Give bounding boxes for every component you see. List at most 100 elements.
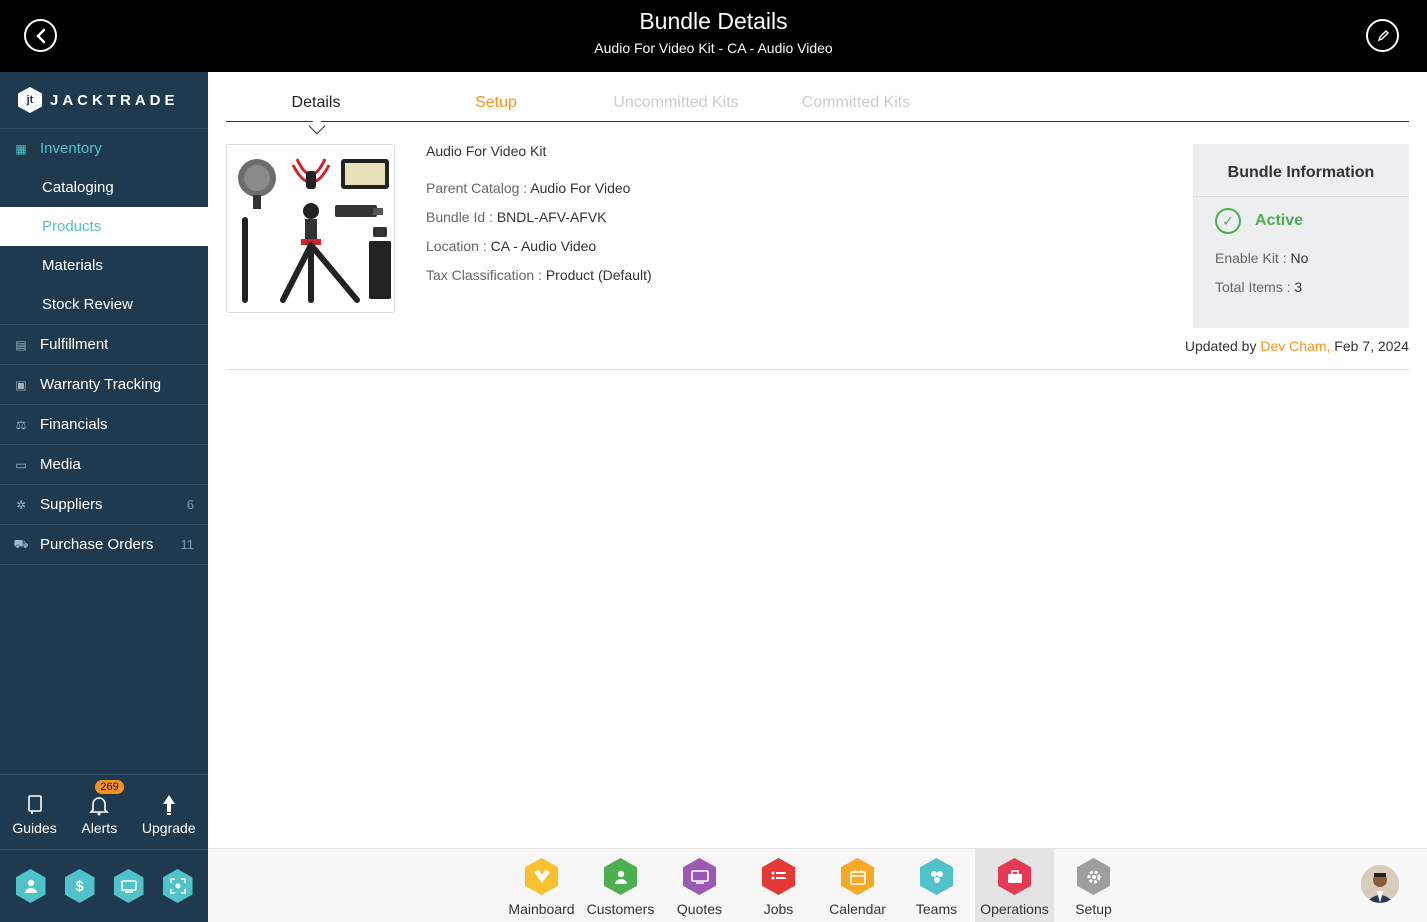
check-circle-icon: ✓ [1215, 208, 1241, 234]
content-divider [226, 369, 1409, 370]
sidebar-subitem-stock-review[interactable]: Stock Review [0, 285, 208, 324]
brand-logo[interactable]: jt JACKTRADE [0, 72, 208, 129]
tax-classification-label: Tax Classification : [426, 267, 546, 283]
operations-icon [998, 858, 1031, 895]
user-app-icon[interactable] [15, 869, 46, 903]
location-value: CA - Audio Video [490, 238, 597, 254]
app-label: Operations [980, 901, 1049, 917]
customers-icon [604, 858, 637, 895]
sidebar-item-media[interactable]: ▭ Media [0, 445, 208, 485]
tab-setup[interactable]: Setup [406, 94, 586, 112]
app-label: Calendar [829, 901, 886, 917]
app-label: Jobs [763, 901, 794, 917]
bundle-id-value: BNDL-AFV-AFVK [496, 209, 607, 225]
tax-classification-row: Tax Classification : Product (Default) [426, 267, 652, 284]
updated-prefix: Updated by [1184, 338, 1261, 354]
sidebar-item-label: Financials [40, 416, 108, 433]
tax-classification-value: Product (Default) [545, 267, 652, 283]
app-label: Customers [586, 901, 655, 917]
sidebar-item-inventory[interactable]: ▦ Inventory [0, 129, 208, 168]
sidebar-subitem-cataloging[interactable]: Cataloging [0, 168, 208, 207]
parent-catalog-label: Parent Catalog : [426, 180, 531, 196]
total-items-label: Total Items : [1215, 279, 1295, 295]
app-bar: Mainboard Customers Quotes Jobs Calendar… [208, 848, 1427, 922]
bell-icon [88, 794, 110, 820]
product-details: Audio For Video Kit Parent Catalog : Aud… [426, 143, 652, 296]
alerts-button[interactable]: 269 Alerts [81, 780, 124, 836]
top-bar: Bundle Details Audio For Video Kit - CA … [0, 0, 1427, 72]
sidebar-item-suppliers[interactable]: ✲ Suppliers 6 [0, 485, 208, 525]
tab-uncommitted-kits[interactable]: Uncommitted Kits [586, 94, 766, 112]
location-label: Location : [426, 238, 491, 254]
app-label: Quotes [676, 901, 723, 917]
sidebar-item-label: Warranty Tracking [40, 376, 162, 393]
gear-icon [1077, 858, 1110, 895]
app-jobs[interactable]: Jobs [739, 849, 818, 922]
book-icon [27, 794, 43, 820]
app-setup[interactable]: Setup [1054, 849, 1133, 922]
purchase-orders-icon: ⛟ [13, 536, 29, 551]
app-quotes[interactable]: Quotes [660, 849, 739, 922]
app-teams[interactable]: Teams [897, 849, 976, 922]
sidebar-app-shortcuts: $ [0, 849, 208, 922]
detail-tabs: Details Setup Uncommitted Kits Committed… [226, 90, 1409, 135]
mainboard-icon [525, 858, 558, 895]
parent-catalog-row: Parent Catalog : Audio For Video [426, 180, 652, 197]
sidebar-subitem-products[interactable]: Products [0, 207, 208, 246]
suppliers-icon: ✲ [15, 497, 27, 512]
warranty-icon: ▣ [15, 377, 27, 392]
media-app-icon[interactable] [113, 869, 144, 903]
sidebar-subitem-materials[interactable]: Materials [0, 246, 208, 285]
upgrade-button[interactable]: Upgrade [142, 794, 196, 836]
sidebar-item-purchase-orders[interactable]: ⛟ Purchase Orders 11 [0, 525, 208, 565]
tab-details[interactable]: Details [226, 94, 406, 112]
sidebar-item-label: Fulfillment [40, 336, 109, 353]
upgrade-label: Upgrade [141, 820, 196, 836]
teams-icon [920, 858, 953, 895]
app-mainboard[interactable]: Mainboard [502, 849, 581, 922]
total-items-value: 3 [1294, 279, 1303, 295]
financials-icon: ⚖ [15, 417, 27, 432]
sidebar-item-label: Inventory [40, 140, 102, 157]
product-image [226, 144, 395, 313]
tab-committed-kits[interactable]: Committed Kits [766, 94, 946, 112]
pencil-icon [1377, 29, 1389, 41]
enable-kit-value: No [1290, 250, 1309, 266]
parent-catalog-value: Audio For Video [530, 180, 631, 196]
updated-by-user-link[interactable]: Dev Cham, [1260, 338, 1330, 354]
media-icon: ▭ [15, 457, 27, 472]
app-label: Teams [915, 901, 958, 917]
upgrade-arrow-icon [162, 794, 176, 820]
active-tab-indicator [308, 117, 326, 135]
enable-kit-label: Enable Kit : [1215, 250, 1291, 266]
dollar-app-icon[interactable]: $ [64, 869, 95, 903]
bundle-id-row: Bundle Id : BNDL-AFV-AFVK [426, 209, 652, 226]
inventory-icon: ▦ [15, 141, 27, 156]
sidebar-item-label: Suppliers [40, 496, 103, 513]
bundle-id-label: Bundle Id : [426, 209, 497, 225]
scan-app-icon[interactable] [162, 869, 193, 903]
inventory-group: ▦ Inventory Cataloging Products Material… [0, 129, 208, 325]
app-label: Setup [1075, 901, 1112, 917]
sidebar-item-fulfillment[interactable]: ▤ Fulfillment [0, 325, 208, 365]
guides-button[interactable]: Guides [12, 794, 57, 836]
app-calendar[interactable]: Calendar [818, 849, 897, 922]
page-subtitle: Audio For Video Kit - CA - Audio Video [594, 40, 833, 56]
total-items-row: Total Items : 3 [1215, 279, 1409, 297]
page-title: Bundle Details [639, 8, 788, 34]
app-customers[interactable]: Customers [581, 849, 660, 922]
alerts-label: Alerts [81, 820, 118, 836]
app-operations[interactable]: Operations [975, 849, 1054, 922]
sidebar-item-warranty-tracking[interactable]: ▣ Warranty Tracking [0, 365, 208, 405]
alerts-badge: 269 [95, 780, 124, 794]
sidebar-utility-bar: Guides 269 Alerts Upgrade [0, 774, 208, 849]
guides-label: Guides [12, 820, 57, 836]
enable-kit-row: Enable Kit : No [1215, 250, 1409, 268]
edit-button[interactable] [1366, 19, 1399, 52]
status-badge: ✓ Active [1215, 208, 1409, 234]
sidebar-item-financials[interactable]: ⚖ Financials [0, 405, 208, 445]
avatar[interactable] [1361, 865, 1399, 903]
sidebar-item-label: Purchase Orders [40, 536, 154, 553]
fulfillment-icon: ▤ [15, 337, 27, 352]
quotes-icon [683, 858, 716, 895]
